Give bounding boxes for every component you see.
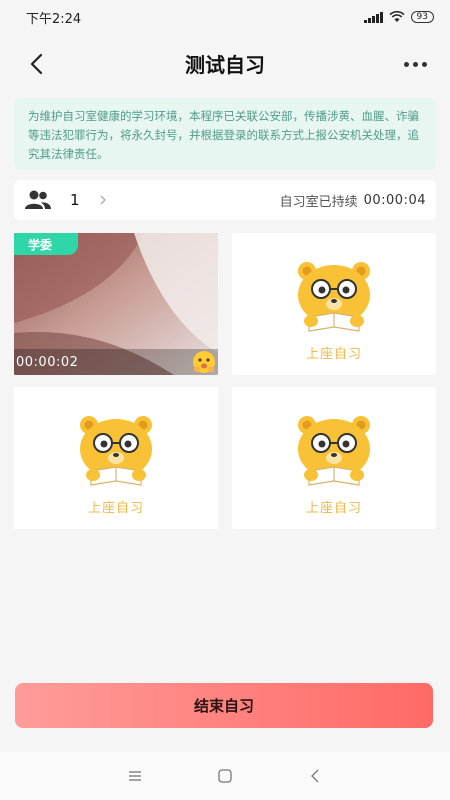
legal-notice: 为维护自习室健康的学习环境，本程序已关联公安部，传播涉黄、血腥、诈骗等违法犯罪行…	[14, 98, 436, 170]
header: 测试自习	[0, 38, 450, 88]
status-icons: 93	[363, 11, 434, 23]
users-icon	[25, 190, 51, 209]
system-nav-bar	[0, 752, 450, 800]
empty-seat[interactable]: 上座自习	[232, 387, 436, 529]
signal-icon	[363, 11, 383, 23]
more-dots-icon[interactable]	[404, 54, 432, 74]
battery-level: 93	[416, 12, 428, 22]
room-info-bar[interactable]: 1 自习室已持续 00:00:04	[14, 180, 436, 220]
page-title: 测试自习	[185, 52, 265, 77]
menu-icon[interactable]	[123, 764, 147, 788]
camera-timer: 00:00:02	[16, 354, 79, 370]
status-time: 下午2:24	[26, 11, 82, 27]
face-emoji-icon[interactable]	[192, 350, 216, 374]
wifi-icon	[388, 11, 405, 22]
battery-icon: 93	[410, 11, 434, 23]
home-icon[interactable]	[213, 764, 237, 788]
end-study-button[interactable]: 结束自习	[15, 683, 433, 728]
status-bar: 下午2:24 93	[0, 0, 450, 34]
bear-reading-icon	[298, 416, 370, 486]
duration-label: 自习室已持续	[279, 194, 358, 210]
back-icon[interactable]	[303, 764, 327, 788]
member-count: 1	[70, 191, 80, 209]
bear-reading-icon	[298, 262, 370, 332]
take-seat-label: 上座自习	[87, 501, 144, 516]
camera-footer: 00:00:02	[14, 349, 218, 375]
take-seat-label: 上座自习	[305, 501, 362, 516]
empty-seat[interactable]: 上座自习	[14, 387, 218, 529]
chevron-right-icon[interactable]	[98, 194, 108, 206]
duration-time: 00:00:04	[363, 192, 426, 208]
seat-camera[interactable]: 学委 00:00:02	[14, 233, 218, 375]
empty-seat[interactable]: 上座自习	[232, 233, 436, 375]
take-seat-label: 上座自习	[305, 347, 362, 362]
room-duration: 自习室已持续 00:00:04	[280, 191, 426, 210]
bear-reading-icon	[80, 416, 152, 486]
monitor-badge: 学委	[14, 233, 78, 255]
back-chevron-icon[interactable]	[24, 51, 50, 77]
